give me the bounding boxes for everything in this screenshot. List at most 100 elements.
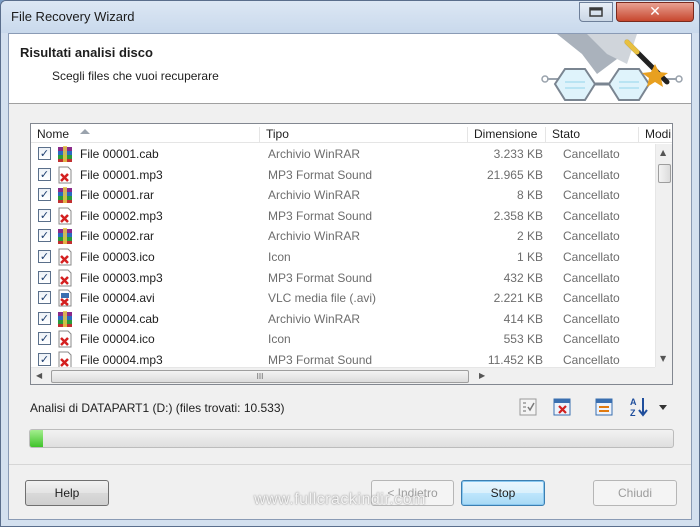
vertical-scroll-thumb[interactable] xyxy=(658,164,671,183)
file-type: MP3 Format Sound xyxy=(268,270,373,285)
progress-fill xyxy=(30,430,43,447)
scroll-right-icon[interactable]: ▶ xyxy=(479,371,485,380)
title-bar: File Recovery Wizard ✕ xyxy=(1,1,699,33)
file-state: Cancellato xyxy=(563,249,620,264)
restore-button[interactable] xyxy=(579,2,613,22)
column-header-modified[interactable]: Modi xyxy=(639,127,672,143)
table-row[interactable]: ✓ File 00001.mp3 MP3 Format Sound 21.965 KB… xyxy=(31,165,655,186)
winrar-icon xyxy=(56,145,74,163)
scan-progress-bar xyxy=(29,429,674,448)
file-size: 553 KB xyxy=(503,332,543,347)
svg-text:A: A xyxy=(630,397,637,407)
file-state: Cancellato xyxy=(563,147,620,161)
table-row[interactable]: ✓ File 00004.cab Archivio WinRAR 414 KB Canc… xyxy=(31,309,655,330)
checkmark-icon: ✓ xyxy=(39,270,50,284)
watermark-text: www.fullcrackindir.com xyxy=(254,491,426,508)
file-name: File 00004.avi xyxy=(80,291,155,306)
select-all-button[interactable] xyxy=(517,396,539,418)
uncheck-list-icon xyxy=(553,398,571,416)
file-size: 8 KB xyxy=(516,188,543,203)
chevron-down-icon xyxy=(659,404,667,410)
table-row[interactable]: ✓ File 00004.ico Icon 553 KB Cancellato xyxy=(31,329,655,350)
checkmark-icon: ✓ xyxy=(39,229,50,243)
file-name: File 00002.rar xyxy=(80,229,155,244)
file-type: Archivio WinRAR xyxy=(268,229,361,244)
stop-button[interactable]: Stop xyxy=(461,480,545,506)
table-row[interactable]: ✓ File 00004.mp3 MP3 Format Sound 11.452 KB… xyxy=(31,350,655,367)
scroll-up-icon[interactable]: ▲ xyxy=(660,148,666,157)
check-list-icon xyxy=(519,398,537,416)
close-button[interactable]: Chiudi xyxy=(593,480,677,506)
list-header: Nome Tipo Dimensione Stato Modi xyxy=(31,124,672,143)
file-name: File 00002.mp3 xyxy=(80,208,163,223)
file-size: 414 KB xyxy=(503,311,543,326)
window-title: File Recovery Wizard xyxy=(11,9,135,24)
table-row[interactable]: ✓ File 00003.mp3 MP3 Format Sound 432 KB Can… xyxy=(31,268,655,289)
checkmark-icon: ✓ xyxy=(39,352,50,366)
checkmark-icon: ✓ xyxy=(39,311,50,325)
scan-status: Analisi di DATAPART1 (D:) (files trovati… xyxy=(30,401,285,415)
row-checkbox[interactable]: ✓ xyxy=(38,291,51,305)
table-row[interactable]: ✓ File 00001.rar Archivio WinRAR 8 KB Cancel… xyxy=(31,185,655,206)
row-checkbox[interactable]: ✓ xyxy=(38,229,51,243)
table-row[interactable]: ✓ File 00003.ico Icon 1 KB Cancellato xyxy=(31,247,655,268)
file-state: Cancellato xyxy=(563,208,620,223)
table-row[interactable]: ✓ File 00002.mp3 MP3 Format Sound 2.358 KB C… xyxy=(31,206,655,227)
column-header-size[interactable]: Dimensione xyxy=(468,127,546,143)
file-state: Cancellato xyxy=(563,311,620,326)
close-window-button[interactable]: ✕ xyxy=(616,2,694,22)
restore-icon xyxy=(589,7,603,17)
checkmark-icon: ✓ xyxy=(39,188,50,202)
file-size: 2.221 KB xyxy=(493,291,543,306)
page-subtitle: Scegli files che vuoi recuperare xyxy=(52,69,219,83)
help-button[interactable]: Help xyxy=(25,480,109,506)
file-state: Cancellato xyxy=(563,270,620,285)
winrar-icon xyxy=(56,310,74,328)
checkmark-icon: ✓ xyxy=(39,291,50,305)
invert-selection-button[interactable] xyxy=(593,396,615,418)
deselect-all-button[interactable] xyxy=(551,396,573,418)
file-size: 21.965 KB xyxy=(486,167,543,182)
sort-button[interactable]: A Z xyxy=(629,396,651,418)
file-size: 2.358 KB xyxy=(493,208,543,223)
checkmark-icon: ✓ xyxy=(39,208,50,222)
row-checkbox[interactable]: ✓ xyxy=(38,249,51,263)
row-checkbox[interactable]: ✓ xyxy=(38,147,51,160)
table-row[interactable]: ✓ File 00002.rar Archivio WinRAR 2 KB Cancel… xyxy=(31,226,655,247)
page-title: Risultati analisi disco xyxy=(20,45,153,60)
row-checkbox[interactable]: ✓ xyxy=(38,208,51,222)
damaged-video-icon xyxy=(56,289,74,307)
file-rows: ✓ File 00001.cab Archivio WinRAR 3.233 KB Ca… xyxy=(31,144,655,367)
row-checkbox[interactable]: ✓ xyxy=(38,352,51,366)
horizontal-scrollbar[interactable]: ◀ III ▶ xyxy=(31,367,672,384)
file-state: Cancellato xyxy=(563,291,620,306)
invert-selection-icon xyxy=(595,398,613,416)
sort-options-dropdown[interactable] xyxy=(656,396,670,418)
file-type: MP3 Format Sound xyxy=(268,352,373,367)
file-type: MP3 Format Sound xyxy=(268,167,373,182)
vertical-scrollbar[interactable]: ▲ ▼ xyxy=(655,144,672,367)
file-name: File 00004.cab xyxy=(80,311,159,326)
file-size: 11.452 KB xyxy=(487,352,543,367)
row-checkbox[interactable]: ✓ xyxy=(38,270,51,284)
column-header-type[interactable]: Tipo xyxy=(260,127,468,143)
file-size: 3.233 KB xyxy=(493,147,543,161)
table-row[interactable]: ✓ File 00004.avi VLC media file (.avi) 2.22… xyxy=(31,288,655,309)
row-checkbox[interactable]: ✓ xyxy=(38,311,51,325)
row-checkbox[interactable]: ✓ xyxy=(38,332,51,346)
wizard-body: Risultati analisi disco Scegli files che… xyxy=(8,33,692,520)
wizard-logo-icon xyxy=(541,34,683,101)
scroll-corner xyxy=(655,367,672,384)
column-header-name[interactable]: Nome xyxy=(31,127,260,143)
row-checkbox[interactable]: ✓ xyxy=(38,188,51,202)
scroll-left-icon[interactable]: ◀ xyxy=(36,371,42,380)
file-size: 1 KB xyxy=(516,249,543,264)
row-checkbox[interactable]: ✓ xyxy=(38,167,51,181)
horizontal-scroll-thumb[interactable]: III xyxy=(51,370,469,383)
scroll-down-icon[interactable]: ▼ xyxy=(660,354,666,363)
footer-divider xyxy=(9,464,691,465)
sort-ascending-icon xyxy=(80,129,90,134)
column-header-state[interactable]: Stato xyxy=(546,127,639,143)
table-row[interactable]: ✓ File 00001.cab Archivio WinRAR 3.233 KB Ca… xyxy=(31,144,655,165)
checkmark-icon: ✓ xyxy=(39,147,50,160)
